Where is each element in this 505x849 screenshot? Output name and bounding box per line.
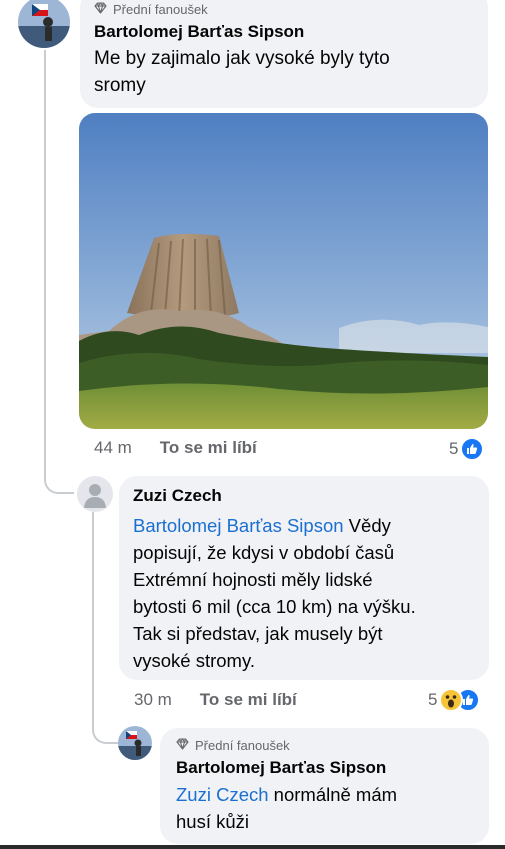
wow-icon — [439, 688, 464, 712]
comment-text-line: normálně mám — [268, 784, 398, 805]
comment-text: Me by zajimalo jak vysoké byly tyto srom… — [94, 45, 474, 99]
like-button[interactable]: To se mi líbí — [160, 438, 257, 458]
comment-bubble: Zuzi Czech Bartolomej Barťas Sipson Vědy… — [119, 476, 489, 680]
thread-line-branch — [44, 478, 74, 494]
top-fan-badge: Přední fanoušek — [176, 738, 475, 753]
comment-text-line: bytosti 6 mil (cca 10 km) na výšku. — [133, 596, 416, 617]
reaction-summary[interactable]: 5 — [449, 437, 485, 461]
comment-text-line: Tak si představ, jak musely být — [133, 623, 383, 644]
comment-text-line: sromy — [94, 75, 146, 96]
reaction-count: 5 — [428, 690, 438, 709]
comment-text-line: Extrémní hojnosti měly lidské — [133, 569, 373, 590]
badge-label: Přední fanoušek — [195, 738, 290, 753]
comment-photo[interactable] — [79, 113, 488, 429]
top-fan-badge: Přední fanoušek — [94, 2, 474, 17]
like-icon — [460, 437, 485, 461]
like-button[interactable]: To se mi líbí — [200, 690, 297, 710]
user-icon — [77, 484, 113, 512]
bottom-edge — [0, 845, 505, 849]
comment-author[interactable]: Bartolomej Barťas Sipson — [94, 22, 474, 42]
comment-bubble: Přední fanoušek Bartolomej Barťas Sipson… — [80, 0, 488, 108]
diamond-icon — [94, 2, 107, 17]
thread-line-main — [44, 50, 46, 480]
badge-label: Přední fanoušek — [113, 2, 208, 17]
comment-text-line: Me by zajimalo jak vysoké byly tyto — [94, 48, 390, 69]
avatar[interactable] — [118, 726, 152, 760]
comment-text-line: Vědy — [343, 515, 391, 536]
avatar[interactable] — [77, 476, 113, 512]
comment-text: Bartolomej Barťas Sipson Vědy popisují, … — [133, 512, 475, 674]
comment-text-line: popisují, že kdysi v období časů — [133, 542, 395, 563]
diamond-icon — [176, 738, 189, 753]
comment-actions: 44 m To se mi líbí — [94, 438, 257, 458]
comment-time[interactable]: 30 m — [134, 690, 172, 710]
avatar[interactable] — [18, 0, 70, 48]
comment-time[interactable]: 44 m — [94, 438, 132, 458]
thread-line-sub — [92, 512, 94, 730]
reaction-count: 5 — [449, 439, 459, 458]
thread-line-sub-branch — [92, 728, 120, 744]
mention-link[interactable]: Zuzi Czech — [176, 784, 269, 805]
reaction-summary[interactable]: 5 — [428, 688, 481, 712]
mention-link[interactable]: Bartolomej Barťas Sipson — [133, 515, 344, 536]
comment-bubble: Přední fanoušek Bartolomej Barťas Sipson… — [160, 728, 489, 844]
comment-author[interactable]: Bartolomej Barťas Sipson — [176, 758, 475, 778]
comment-text: Zuzi Czech normálně mám husí kůži — [176, 781, 475, 835]
comment-text-line: vysoké stromy. — [133, 650, 255, 671]
comment-text-line: husí kůži — [176, 811, 250, 832]
comment-author[interactable]: Zuzi Czech — [133, 486, 475, 506]
comment-actions: 30 m To se mi líbí — [134, 690, 297, 710]
